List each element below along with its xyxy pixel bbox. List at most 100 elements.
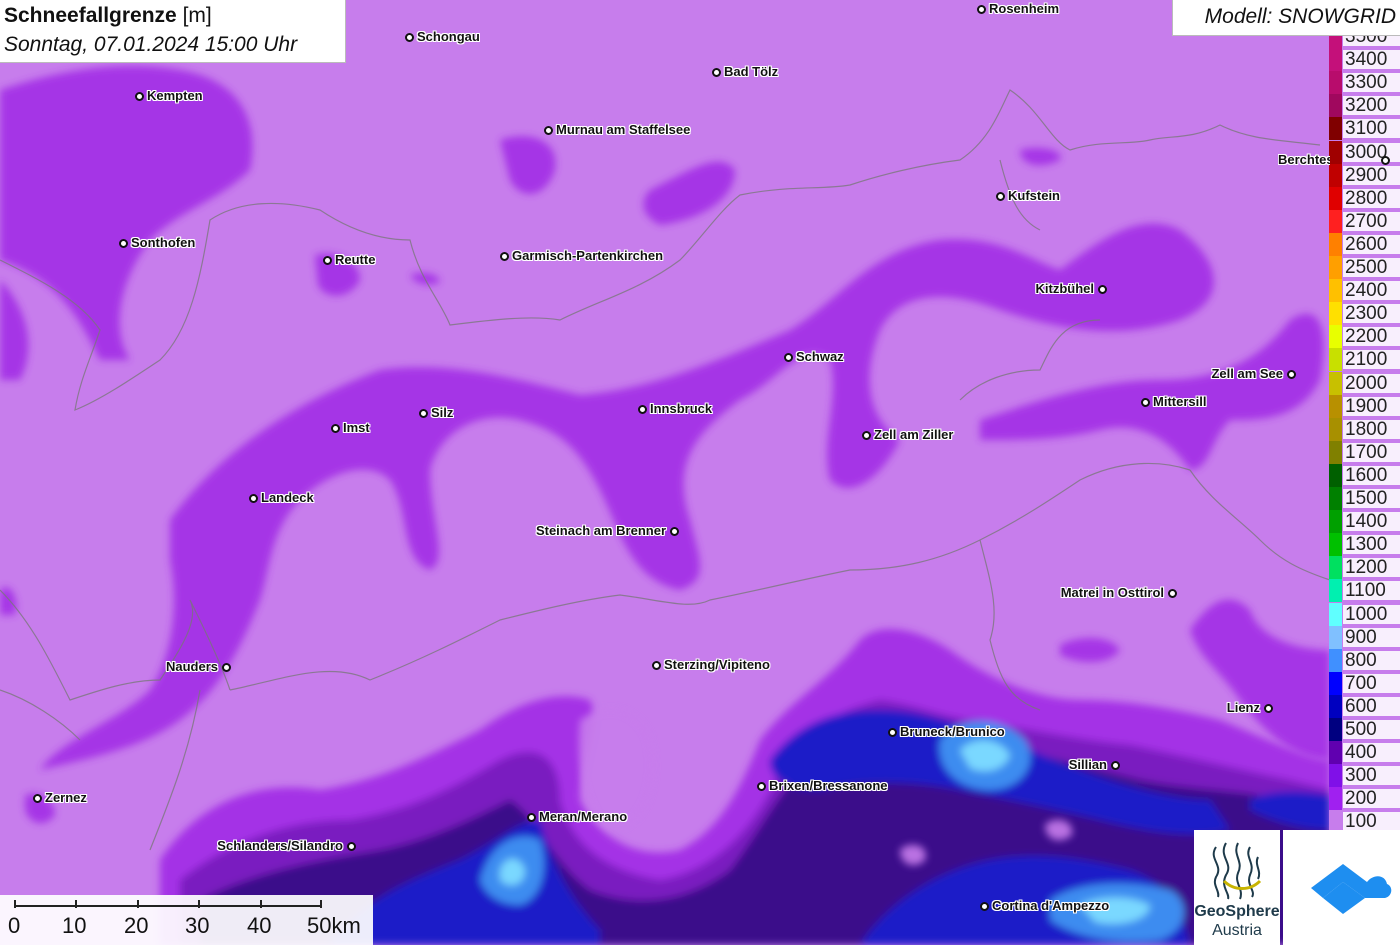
legend-swatch — [1329, 302, 1342, 326]
legend-label: 2000 — [1343, 373, 1400, 393]
city-label: Zell am See — [1211, 366, 1283, 381]
legend-label: 2300 — [1343, 304, 1400, 324]
legend-swatch — [1329, 648, 1342, 672]
scale-tick — [198, 900, 200, 908]
city-label: Innsbruck — [650, 401, 713, 416]
city-label: Mittersill — [1153, 394, 1207, 409]
legend-swatch — [1329, 787, 1342, 811]
legend-entry: 2500 — [1329, 256, 1400, 279]
legend-label: 700 — [1343, 673, 1400, 693]
legend-swatch — [1329, 764, 1342, 788]
legend-label: 1400 — [1343, 512, 1400, 532]
city-label: Kufstein — [1008, 188, 1060, 203]
city-label: Kempten — [147, 88, 203, 103]
city-dot-icon — [1263, 703, 1273, 713]
geosphere-logo: GeoSphere Austria — [1194, 830, 1280, 945]
snowfall-map[interactable] — [0, 0, 1400, 945]
city-dot-icon — [330, 423, 340, 433]
city-label: Rosenheim — [989, 1, 1060, 16]
city-dot-icon — [499, 251, 509, 261]
scale-label: 50km — [307, 913, 361, 938]
legend-entry: 3100 — [1329, 117, 1400, 141]
cloud-mountain-icon — [1311, 864, 1392, 914]
legend-entry: 900 — [1329, 625, 1400, 649]
legend-swatch — [1329, 440, 1342, 464]
legend-label: 1000 — [1343, 604, 1400, 624]
legend-label: 1300 — [1343, 535, 1400, 555]
city-label: Reutte — [335, 252, 376, 267]
city-dot-icon — [1110, 760, 1120, 770]
city-label: Schlanders/Silandro — [217, 838, 343, 853]
legend-label: 2900 — [1343, 165, 1400, 185]
city-label: Schongau — [417, 29, 480, 44]
city-dot-icon — [418, 408, 428, 418]
legend-entry: 200 — [1329, 787, 1400, 811]
legend-label: 3100 — [1343, 119, 1400, 139]
legend-swatch — [1329, 810, 1342, 832]
legend-entry: 3200 — [1329, 94, 1400, 118]
legend-label: 2100 — [1343, 350, 1400, 370]
legend-swatch — [1329, 163, 1342, 187]
legend-entry: 2700 — [1329, 209, 1400, 233]
city-dot-icon — [32, 793, 42, 803]
city-dot-icon — [1286, 369, 1296, 379]
legend-entry: 3400 — [1329, 48, 1400, 72]
legend-entry: 2400 — [1329, 279, 1400, 303]
city-label: Matrei in Osttirol — [1060, 585, 1164, 600]
city-label: Meran/Merano — [539, 809, 628, 824]
legend-label: 3000 — [1343, 142, 1400, 162]
legend-label: 1800 — [1343, 419, 1400, 439]
legend-entry: 1400 — [1329, 510, 1400, 534]
city-label: Landeck — [261, 490, 314, 505]
legend-swatch — [1329, 140, 1342, 164]
legend-entry: 1500 — [1329, 487, 1400, 510]
legend-swatch — [1329, 463, 1342, 487]
snowgrid-logo — [1283, 830, 1400, 945]
legend-label: 600 — [1343, 696, 1400, 716]
legend-entry: 100 — [1329, 810, 1400, 832]
legend-swatch — [1329, 371, 1342, 395]
legend-swatch — [1329, 417, 1342, 441]
city-label: Steinach am Brenner — [535, 523, 666, 538]
scale-tick — [14, 900, 16, 908]
legend-swatch — [1329, 510, 1342, 534]
legend-entry: 800 — [1329, 648, 1400, 672]
city-label: Bad Tölz — [724, 64, 779, 79]
city-dot-icon — [248, 493, 258, 503]
legend-entry: 1600 — [1329, 463, 1400, 487]
legend-entry: 3500 — [1329, 36, 1400, 48]
legend-entry: 1700 — [1329, 440, 1400, 464]
legend-swatch — [1329, 256, 1342, 279]
legend-label: 200 — [1343, 789, 1400, 809]
city-dot-icon — [134, 91, 144, 101]
legend-entry: 2100 — [1329, 348, 1400, 372]
scale-bar — [14, 905, 321, 907]
city-dot-icon — [543, 125, 553, 135]
map-datetime: Sonntag, 07.01.2024 15:00 Uhr — [4, 33, 298, 56]
legend-label: 500 — [1343, 720, 1400, 739]
city-label: Lienz — [1226, 700, 1260, 715]
legend-label: 2400 — [1343, 281, 1400, 301]
city-dot-icon — [1140, 397, 1150, 407]
legend-entry: 600 — [1329, 694, 1400, 718]
city-label: Zell am Ziller — [874, 427, 954, 442]
scale-tick — [137, 900, 139, 908]
city-dot-icon — [669, 526, 679, 536]
city-dot-icon — [756, 781, 766, 791]
legend-entry: 2000 — [1329, 371, 1400, 395]
legend-label: 1500 — [1343, 489, 1400, 508]
legend-label: 900 — [1343, 627, 1400, 647]
legend-swatch — [1329, 671, 1342, 695]
legend-label: 300 — [1343, 766, 1400, 786]
legend-swatch — [1329, 94, 1342, 118]
legend-label: 1700 — [1343, 442, 1400, 462]
legend-swatch — [1329, 117, 1342, 141]
legend-swatch — [1329, 325, 1342, 349]
scale-label: 30 — [185, 913, 210, 938]
city-dot-icon — [861, 430, 871, 440]
legend-swatch — [1329, 533, 1342, 557]
city-dot-icon — [979, 901, 989, 911]
city-label: Murnau am Staffelsee — [556, 122, 691, 137]
city-dot-icon — [995, 191, 1005, 201]
legend-swatch — [1329, 625, 1342, 649]
